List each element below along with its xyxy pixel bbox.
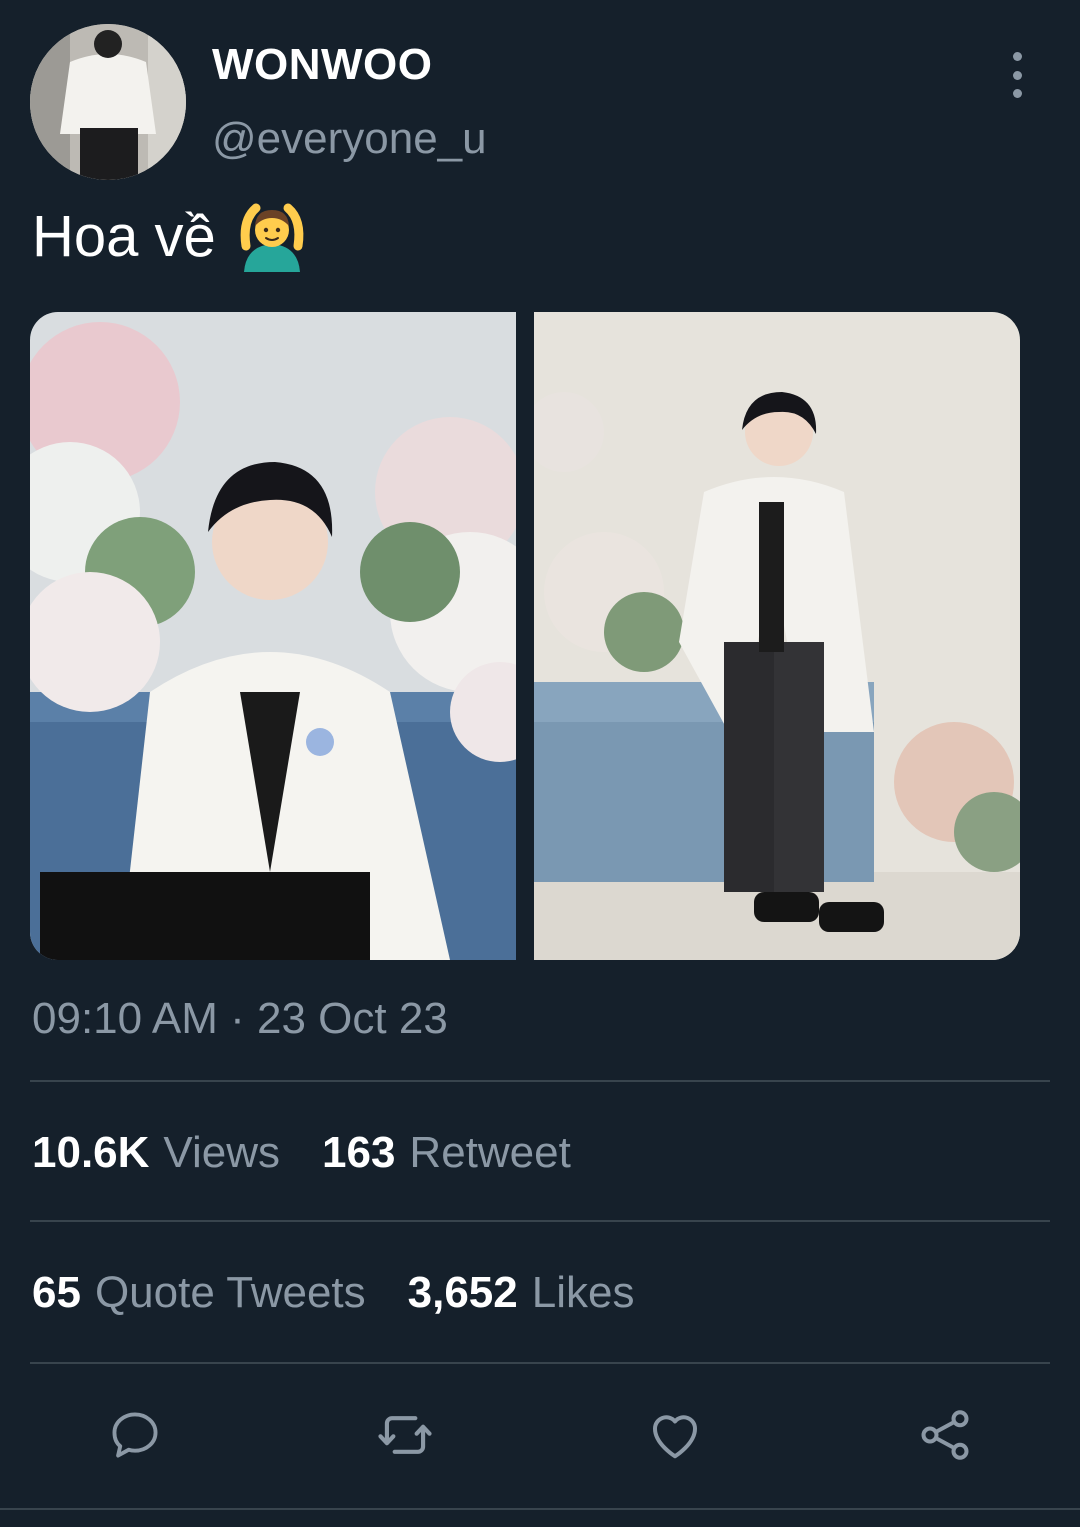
divider <box>30 1080 1050 1082</box>
quote-count: 65 <box>32 1268 81 1317</box>
views-label: Views <box>163 1128 280 1177</box>
tweet-timestamp[interactable]: 09:10 AM · 23 Oct 23 <box>32 994 448 1044</box>
divider <box>30 1220 1050 1222</box>
retweet-label: Retweet <box>409 1128 571 1177</box>
stats-row-2: 65 Quote Tweets 3,652 Likes <box>32 1268 676 1318</box>
divider <box>30 1362 1050 1364</box>
like-icon <box>652 1415 698 1459</box>
quote-label: Quote Tweets <box>94 1268 366 1317</box>
media-grid <box>30 312 1020 960</box>
more-options-button[interactable] <box>1000 52 1034 98</box>
tweet-text: Hoa về <box>32 200 308 272</box>
share-button[interactable] <box>910 1400 980 1470</box>
stats-row-1: 10.6K Views 163 Retweet <box>32 1128 613 1178</box>
retweet-stat[interactable]: 163 Retweet <box>322 1128 571 1178</box>
photo-man-white-suit-seated <box>30 312 516 960</box>
photo-man-white-suit-standing <box>534 312 1020 960</box>
retweet-count: 163 <box>322 1128 396 1177</box>
views-count: 10.6K <box>32 1128 150 1177</box>
retweet-button[interactable] <box>370 1400 440 1470</box>
reply-icon <box>112 1412 158 1458</box>
reply-button[interactable] <box>100 1400 170 1470</box>
views-stat[interactable]: 10.6K Views <box>32 1128 280 1178</box>
avatar[interactable] <box>30 24 186 180</box>
quote-tweets-stat[interactable]: 65 Quote Tweets <box>32 1268 366 1318</box>
user-handle[interactable]: @everyone_u <box>212 114 487 164</box>
retweet-icon <box>378 1416 432 1454</box>
likes-stat[interactable]: 3,652 Likes <box>408 1268 635 1318</box>
share-icon <box>921 1410 969 1460</box>
photo-2[interactable] <box>534 312 1020 960</box>
likes-label: Likes <box>531 1268 635 1317</box>
avatar-photo <box>30 24 186 180</box>
tweet-text-content: Hoa về <box>32 203 216 269</box>
like-button[interactable] <box>640 1400 710 1470</box>
likes-count: 3,652 <box>407 1268 518 1317</box>
bottom-divider <box>0 1508 1080 1510</box>
photo-1[interactable] <box>30 312 516 960</box>
person-gesturing-ok-emoji-icon <box>240 203 304 272</box>
display-name[interactable]: WONWOO <box>212 40 433 90</box>
vertical-dots-icon <box>1012 52 1022 61</box>
